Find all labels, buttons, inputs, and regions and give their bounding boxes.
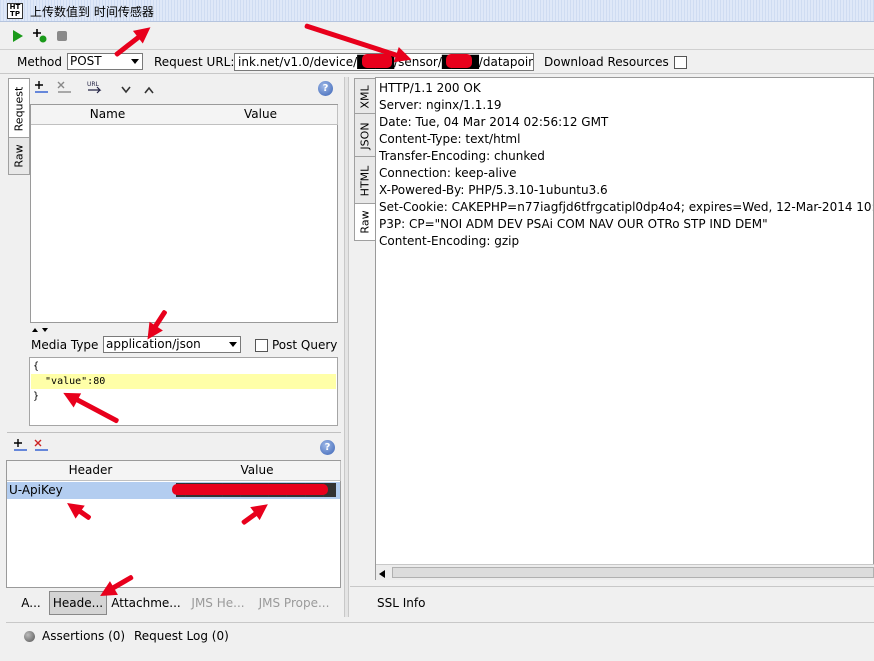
post-query-checkbox[interactable] bbox=[255, 339, 268, 352]
response-line: Transfer-Encoding: chunked bbox=[379, 149, 545, 163]
response-line: Connection: keep-alive bbox=[379, 166, 517, 180]
divider bbox=[6, 622, 874, 623]
download-resources-label: Download Resources bbox=[544, 55, 669, 69]
tab-request-label: Request bbox=[12, 86, 26, 132]
title-bar: HT TP 上传数值到 时间传感器 bbox=[0, 0, 874, 22]
response-line: X-Powered-By: PHP/5.3.10-1ubuntu3.6 bbox=[379, 183, 608, 197]
tab-xml[interactable]: XML bbox=[354, 78, 376, 116]
media-type-label: Media Type bbox=[31, 338, 99, 352]
params-table: Name Value bbox=[30, 104, 338, 323]
request-log-tab[interactable]: Request Log (0) bbox=[134, 629, 229, 643]
vertical-splitter[interactable] bbox=[344, 77, 349, 617]
params-column-name[interactable]: Name bbox=[31, 105, 185, 125]
status-bar: Assertions (0) Request Log (0) bbox=[0, 622, 874, 650]
help-icon[interactable]: ? bbox=[320, 440, 335, 455]
redaction-mark bbox=[446, 54, 472, 68]
play-icon[interactable] bbox=[9, 27, 27, 45]
window-title: 上传数值到 时间传感器 bbox=[30, 5, 154, 19]
body-line: { bbox=[33, 361, 40, 372]
response-line: Content-Type: text/html bbox=[379, 132, 521, 146]
method-value: POST bbox=[70, 54, 102, 68]
tab-raw-response-label: Raw bbox=[358, 210, 372, 234]
url-label: Request URL: bbox=[154, 55, 235, 69]
method-select[interactable]: POST bbox=[67, 53, 143, 70]
splitter-handle[interactable] bbox=[31, 323, 51, 337]
response-raw-view[interactable]: HTTP/1.1 200 OK Server: nginx/1.1.19 Dat… bbox=[375, 77, 874, 580]
params-column-value[interactable]: Value bbox=[184, 105, 338, 125]
app-icon: HT TP bbox=[7, 3, 23, 19]
headers-column-header[interactable]: Header bbox=[7, 461, 175, 481]
add-step-icon[interactable] bbox=[31, 27, 49, 45]
help-icon[interactable]: ? bbox=[318, 81, 333, 96]
horizontal-scrollbar[interactable] bbox=[376, 564, 874, 580]
response-line: HTTP/1.1 200 OK bbox=[379, 81, 481, 95]
response-line: Set-Cookie: CAKEPHP=n77iagfjd6tfrgcatipl… bbox=[379, 200, 874, 214]
media-type-select[interactable]: application/json bbox=[103, 336, 241, 353]
method-row: Method POST Request URL: ink.net/v1.0/de… bbox=[0, 51, 874, 74]
chevron-down-icon bbox=[225, 337, 240, 352]
body-line: } bbox=[33, 391, 40, 402]
headers-column-value[interactable]: Value bbox=[174, 461, 341, 481]
tab-json-label: JSON bbox=[358, 122, 372, 150]
move-up-icon[interactable] bbox=[144, 84, 154, 97]
remove-header-icon[interactable] bbox=[34, 439, 50, 456]
download-resources-checkbox[interactable] bbox=[674, 56, 687, 69]
body-line: "value":80 bbox=[33, 376, 106, 387]
stop-icon[interactable] bbox=[53, 27, 71, 45]
scroll-left-icon[interactable] bbox=[378, 568, 386, 582]
post-query-label: Post QueryS bbox=[272, 338, 338, 352]
tab-jms-headers: JMS He... bbox=[191, 596, 245, 610]
move-down-icon[interactable] bbox=[121, 84, 131, 97]
add-header-icon[interactable] bbox=[13, 439, 29, 456]
response-line: P3P: CP="NOI ADM DEV PSAi COM NAV OUR OT… bbox=[379, 217, 768, 231]
tab-request[interactable]: Request bbox=[8, 78, 30, 140]
tab-attachments[interactable]: Attachme... bbox=[111, 592, 181, 614]
headers-table: Header Value U-ApiKey ██████████████████… bbox=[6, 460, 341, 588]
redaction-mark bbox=[172, 484, 328, 495]
assertions-status-icon bbox=[24, 631, 35, 642]
tab-assertions-short[interactable]: A... bbox=[18, 592, 44, 614]
tab-raw-request[interactable]: Raw bbox=[8, 137, 30, 175]
divider bbox=[7, 432, 341, 433]
scroll-thumb[interactable] bbox=[392, 567, 874, 578]
tab-raw-response[interactable]: Raw bbox=[354, 203, 376, 241]
add-param-icon[interactable] bbox=[34, 81, 50, 98]
chevron-down-icon bbox=[127, 54, 142, 69]
tab-ssl-info[interactable]: SSL Info bbox=[377, 596, 425, 610]
divider bbox=[350, 586, 874, 587]
url-params-icon[interactable]: URL bbox=[86, 80, 104, 97]
response-line: Server: nginx/1.1.19 bbox=[379, 98, 502, 112]
response-line: Content-Encoding: gzip bbox=[379, 234, 520, 248]
response-line: Date: Tue, 04 Mar 2014 02:56:12 GMT bbox=[379, 115, 609, 129]
tab-raw-request-label: Raw bbox=[12, 144, 26, 168]
method-label: Method bbox=[17, 55, 63, 69]
tab-html[interactable]: HTML bbox=[354, 156, 376, 206]
remove-param-icon[interactable] bbox=[57, 81, 73, 98]
tab-jms-properties: JMS Prope... bbox=[258, 596, 330, 610]
tab-json[interactable]: JSON bbox=[354, 113, 376, 159]
tab-html-label: HTML bbox=[358, 165, 372, 197]
header-name-cell: U-ApiKey bbox=[9, 483, 63, 497]
assertions-tab[interactable]: Assertions (0) bbox=[42, 629, 125, 643]
tab-xml-label: XML bbox=[358, 85, 372, 109]
